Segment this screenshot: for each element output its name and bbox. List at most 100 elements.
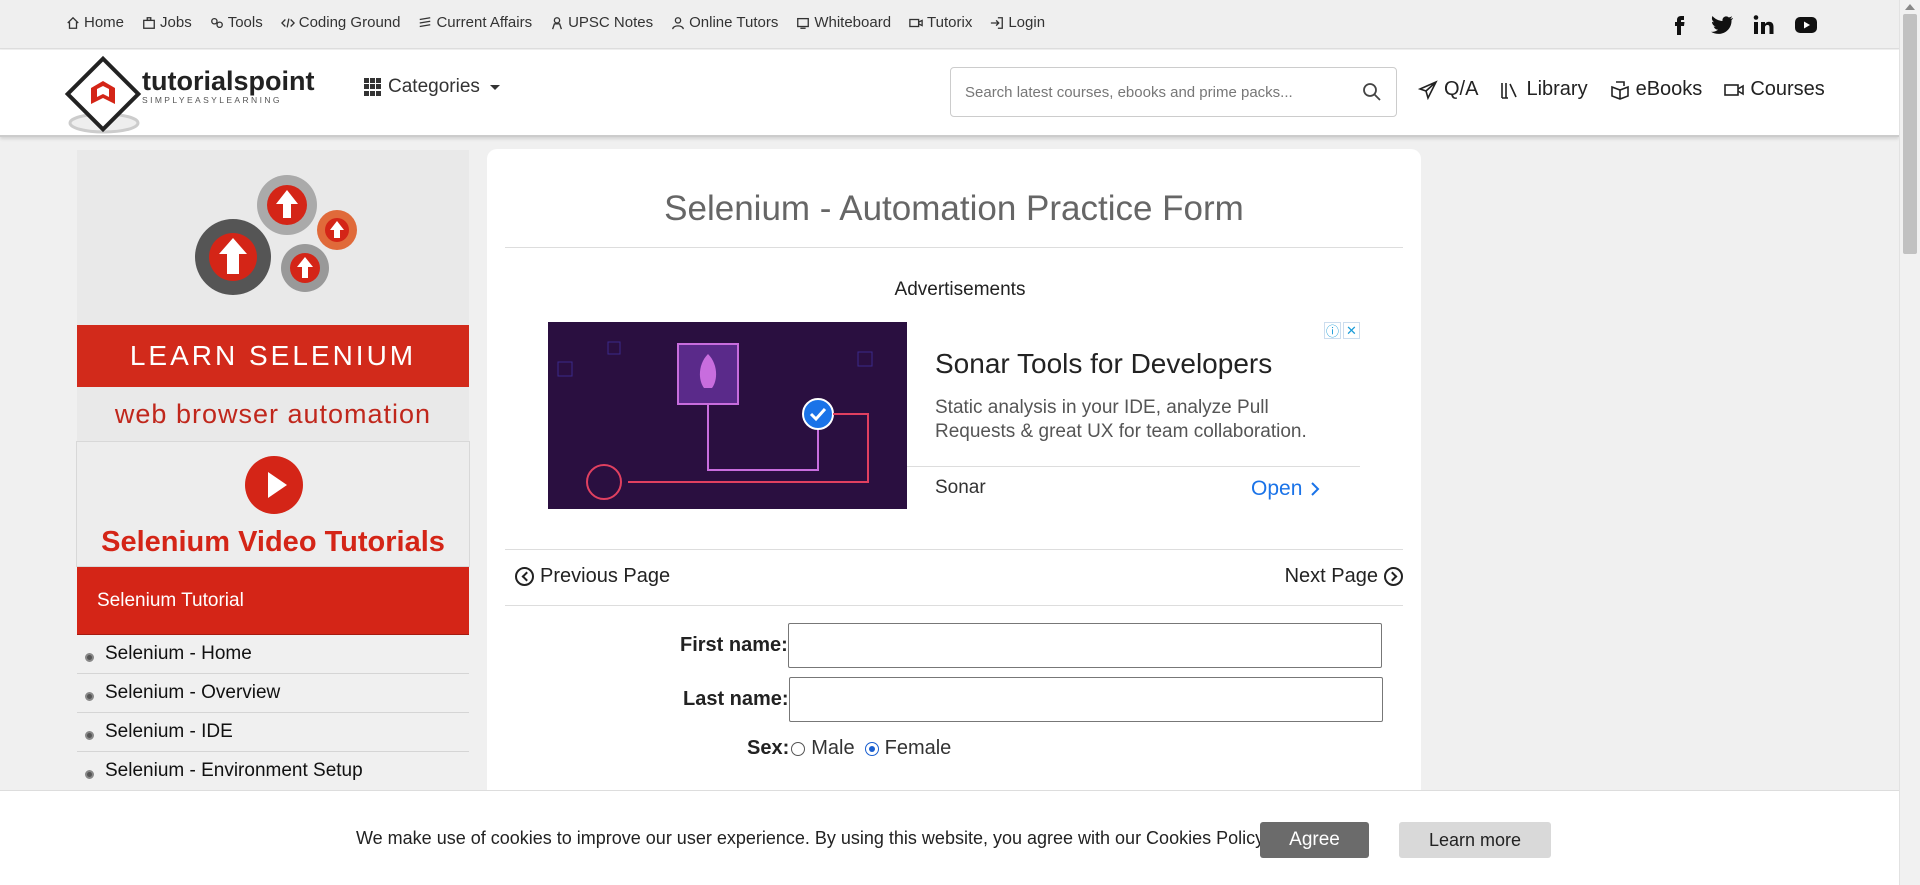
scroll-up-icon[interactable]: [1905, 4, 1915, 10]
tutorial-item-label: Selenium - Home: [105, 643, 252, 664]
ad-badges: ⓘ ✕: [1324, 322, 1360, 339]
bullet-icon: [85, 730, 94, 740]
social-links: [1667, 12, 1819, 38]
bullet-icon: [85, 769, 94, 779]
user-icon: [672, 16, 685, 29]
topnav-label: Jobs: [160, 14, 192, 31]
topnav-tutorix[interactable]: Tutorix: [909, 14, 972, 31]
video-tutorials-label: Selenium Video Tutorials: [101, 526, 445, 558]
topnav-current-affairs[interactable]: Current Affairs: [418, 14, 532, 31]
last-name-input[interactable]: [788, 677, 1383, 722]
bullet-icon: [85, 652, 94, 662]
tutorial-list: Selenium - Home Selenium - Overview Sele…: [77, 635, 469, 791]
radio-male-label: Male: [811, 737, 855, 759]
nav-label: Courses: [1750, 78, 1825, 100]
whiteboard-icon: [797, 17, 810, 29]
briefcase-icon: [143, 16, 155, 29]
last-name-row: Last name:: [683, 677, 1383, 722]
ad-close-icon[interactable]: ✕: [1343, 322, 1360, 339]
twitter-icon[interactable]: [1709, 12, 1735, 38]
first-name-label: First name:: [680, 634, 788, 656]
nav-courses[interactable]: Courses: [1724, 78, 1825, 101]
nav-label: eBooks: [1635, 78, 1703, 100]
topnav-upsc-notes[interactable]: UPSC Notes: [550, 14, 653, 31]
ad-headline: Sonar Tools for Developers: [935, 348, 1273, 379]
sex-option-female[interactable]: Female: [864, 737, 952, 760]
next-page-label: Next Page: [1284, 565, 1378, 587]
topnav-label: Whiteboard: [814, 14, 892, 31]
topnav-label: Coding Ground: [298, 14, 401, 31]
advertisement[interactable]: Sonar Tools for Developers Static analys…: [548, 322, 1360, 509]
tutorial-item[interactable]: Selenium - Overview: [77, 674, 469, 713]
facebook-icon[interactable]: [1667, 12, 1693, 38]
nav-label: Library: [1526, 78, 1588, 100]
top-bar: Home Jobs Tools Coding Ground Current Af…: [0, 0, 1899, 49]
linkedin-icon[interactable]: [1751, 12, 1777, 38]
topnav-coding-ground[interactable]: Coding Ground: [280, 14, 401, 31]
topnav-online-tutors[interactable]: Online Tutors: [671, 14, 778, 31]
topnav-whiteboard[interactable]: Whiteboard: [796, 14, 891, 31]
nav-library[interactable]: Library: [1500, 78, 1588, 101]
categories-dropdown[interactable]: Categories: [364, 76, 500, 98]
nav-ebooks[interactable]: eBooks: [1610, 78, 1703, 101]
cookie-message: We make use of cookies to improve our us…: [356, 828, 1268, 848]
divider: [505, 605, 1403, 606]
search-input[interactable]: [965, 68, 1355, 116]
radio-male[interactable]: [791, 741, 806, 756]
cookie-banner: We make use of cookies to improve our us…: [0, 790, 1899, 885]
topnav-label: Online Tutors: [689, 14, 779, 31]
search-icon[interactable]: [1362, 82, 1382, 102]
ad-divider: [907, 466, 1360, 467]
tutorial-item[interactable]: Selenium - Environment Setup: [77, 752, 469, 791]
ad-info-icon[interactable]: ⓘ: [1324, 322, 1341, 339]
tutorialspoint-logo[interactable]: tutorialspoint SIMPLYEASYLEARNING: [64, 55, 334, 135]
notes-icon: [552, 16, 563, 29]
tutorial-item[interactable]: Selenium - IDE: [77, 713, 469, 752]
circle-chevron-left-icon: [515, 567, 534, 586]
last-name-label: Last name:: [683, 688, 789, 710]
previous-page-link[interactable]: Previous Page: [515, 565, 670, 588]
tutorial-heading: Selenium Tutorial: [77, 567, 469, 635]
sex-row: Sex: Male Female: [747, 737, 951, 760]
paper-plane-icon: [1418, 79, 1438, 100]
main-header: tutorialspoint SIMPLYEASYLEARNING Catego…: [0, 50, 1899, 137]
video-tutorials-banner[interactable]: Selenium Video Tutorials: [76, 441, 470, 567]
gear-icon: [195, 175, 357, 295]
topnav-label: Current Affairs: [436, 14, 533, 31]
sex-option-male[interactable]: Male: [791, 737, 855, 760]
grid-icon: [364, 78, 382, 96]
page-scrollbar[interactable]: [1899, 0, 1920, 885]
nav-qa[interactable]: Q/A: [1418, 78, 1478, 101]
topnav-label: Login: [1008, 14, 1046, 31]
ad-open-button[interactable]: Open: [1251, 477, 1320, 501]
page-title: Selenium - Automation Practice Form: [664, 189, 1244, 228]
tools-icon: [210, 17, 223, 28]
news-icon: [420, 16, 431, 27]
play-icon: [245, 456, 303, 514]
tutorial-item[interactable]: Selenium - Home: [77, 635, 469, 674]
logo-tagline: SIMPLYEASYLEARNING: [142, 95, 282, 105]
topnav-label: UPSC Notes: [568, 14, 654, 31]
topnav-label: Tutorix: [927, 14, 973, 31]
ad-image: [548, 322, 907, 509]
scrollbar-thumb[interactable]: [1903, 14, 1917, 254]
topnav-jobs[interactable]: Jobs: [142, 14, 192, 31]
youtube-icon[interactable]: [1793, 12, 1819, 38]
topnav-home[interactable]: Home: [66, 14, 124, 31]
first-name-input[interactable]: [787, 623, 1382, 668]
topnav-login[interactable]: Login: [990, 14, 1045, 31]
circle-chevron-right-icon: [1384, 567, 1403, 586]
radio-female[interactable]: [864, 741, 879, 756]
radio-female-label: Female: [884, 737, 952, 759]
login-icon: [991, 16, 1004, 29]
previous-page-label: Previous Page: [540, 565, 671, 587]
learn-more-button[interactable]: Learn more: [1399, 822, 1551, 858]
next-page-link[interactable]: Next Page: [1285, 565, 1403, 588]
chevron-right-icon: [1311, 482, 1320, 496]
first-name-row: First name:: [680, 623, 1382, 668]
tutorial-item-label: Selenium - IDE: [105, 721, 233, 742]
tutorial-item-label: Selenium - Overview: [105, 682, 281, 703]
topnav-tools[interactable]: Tools: [210, 14, 263, 31]
bullet-icon: [85, 691, 94, 701]
agree-button[interactable]: Agree: [1260, 822, 1369, 858]
